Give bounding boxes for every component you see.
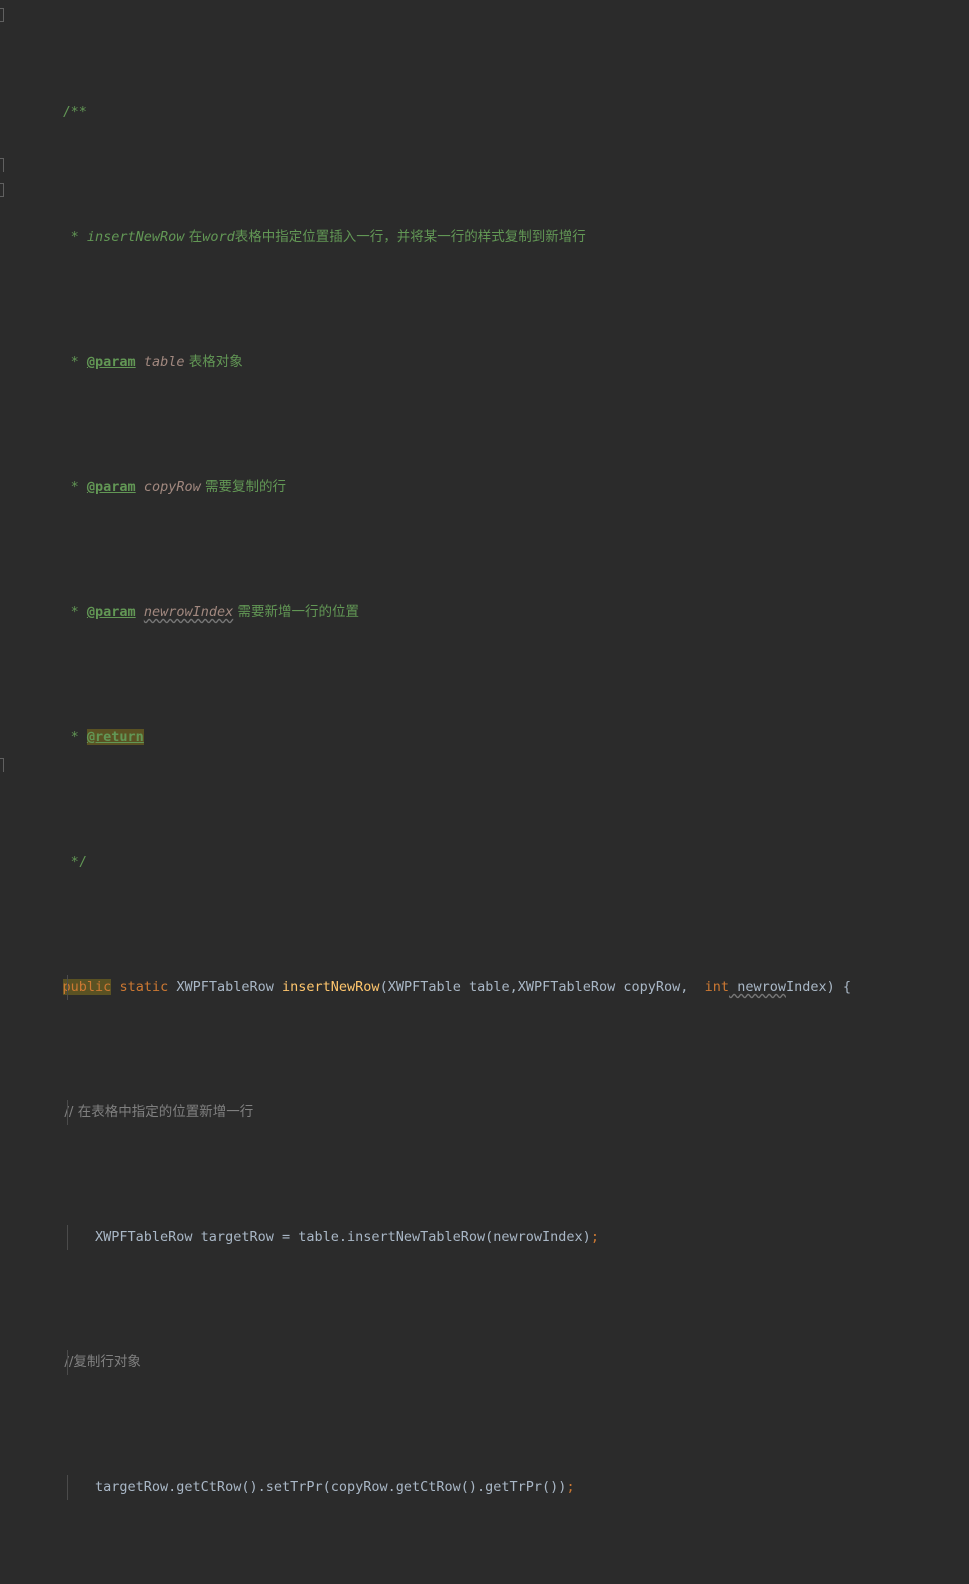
code-line-1[interactable]: /**	[16, 100, 969, 125]
token-doctag-param: @param	[86, 479, 136, 495]
indent-guide	[67, 975, 68, 1000]
token-doc-asterisk: *	[30, 729, 87, 745]
token-keyword-static: static	[119, 979, 169, 995]
token-doctag-param: @param	[86, 354, 136, 370]
token-comment: // 在表格中指定的位置新增一行	[30, 1104, 254, 1120]
token-doc-asterisk: *	[30, 354, 87, 370]
token-doc-text-cont: 表格中指定位置插入一行，并将某一行的样式复制到新增行	[234, 229, 586, 245]
token-semicolon: ;	[566, 1479, 575, 1495]
code-line-5[interactable]: * @param newrowIndex 需要新增一行的位置	[16, 600, 969, 625]
fold-marker-method-start[interactable]	[0, 183, 4, 197]
code-line-8[interactable]: public static XWPFTableRow insertNewRow(…	[16, 975, 969, 1000]
token-doc-text: 在	[184, 229, 203, 245]
fold-marker-javadoc-start[interactable]	[0, 8, 4, 22]
token-doc-asterisk: *	[30, 479, 87, 495]
token-keyword-int: int	[704, 979, 730, 995]
token-param-desc: 表格对象	[184, 354, 243, 370]
indent-guide	[67, 1350, 68, 1375]
token-param-newrowindex: newrow	[729, 979, 786, 995]
token-doctag-return: @return	[86, 729, 144, 745]
code-content[interactable]: /** * insertNewRow 在word表格中指定位置插入一行，并将某一…	[16, 0, 969, 1500]
fold-marker-method-end[interactable]	[0, 758, 4, 772]
code-line-9[interactable]: // 在表格中指定的位置新增一行	[16, 1100, 969, 1125]
token-javadoc-open: /**	[30, 104, 87, 120]
code-line-7[interactable]: */	[16, 850, 969, 875]
token-param-desc: 需要新增一行的位置	[233, 604, 360, 620]
token-semicolon: ;	[590, 1229, 599, 1245]
token-param-index-suffix: Index) {	[785, 979, 851, 995]
token-doc-asterisk: *	[30, 604, 87, 620]
token-comment: //复制行对象	[30, 1354, 141, 1370]
token-keyword-public: public	[62, 979, 112, 995]
code-line-10[interactable]: XWPFTableRow targetRow = table.insertNew…	[16, 1225, 969, 1250]
code-line-6[interactable]: * @return	[16, 725, 969, 750]
token-statement: targetRow.getCtRow().setTrPr(copyRow.get…	[30, 1479, 567, 1495]
token-params: (XWPFTable table,XWPFTableRow copyRow,	[379, 979, 705, 995]
token-doc-method-name: insertNewRow	[86, 229, 185, 245]
token-statement: XWPFTableRow targetRow = table.insertNew…	[30, 1229, 591, 1245]
code-editor[interactable]: /** * insertNewRow 在word表格中指定位置插入一行，并将某一…	[0, 0, 969, 1500]
indent-guide	[67, 1225, 68, 1250]
token-doc-asterisk: *	[30, 229, 87, 245]
editor-gutter	[0, 0, 16, 792]
token-method-name-insertnewrow: insertNewRow	[282, 979, 380, 995]
token-type-xwpftablerow: XWPFTableRow	[168, 979, 283, 995]
code-line-4[interactable]: * @param copyRow 需要复制的行	[16, 475, 969, 500]
code-line-11[interactable]: //复制行对象	[16, 1350, 969, 1375]
indent-guide	[67, 1475, 68, 1500]
token-param-name-newrowindex: newrowIndex	[143, 604, 234, 620]
token-param-name-table: table	[143, 354, 185, 370]
code-line-3[interactable]: * @param table 表格对象	[16, 350, 969, 375]
token-param-name-copyrow: copyRow	[143, 479, 201, 495]
token-doc-word: word	[202, 229, 235, 245]
code-line-12[interactable]: targetRow.getCtRow().setTrPr(copyRow.get…	[16, 1475, 969, 1500]
code-line-2[interactable]: * insertNewRow 在word表格中指定位置插入一行，并将某一行的样式…	[16, 225, 969, 250]
token-param-desc: 需要复制的行	[200, 479, 287, 495]
token-doctag-param: @param	[86, 604, 136, 620]
token-javadoc-close: */	[30, 854, 87, 870]
indent-guide	[67, 1100, 68, 1125]
fold-marker-javadoc-end[interactable]	[0, 158, 4, 172]
